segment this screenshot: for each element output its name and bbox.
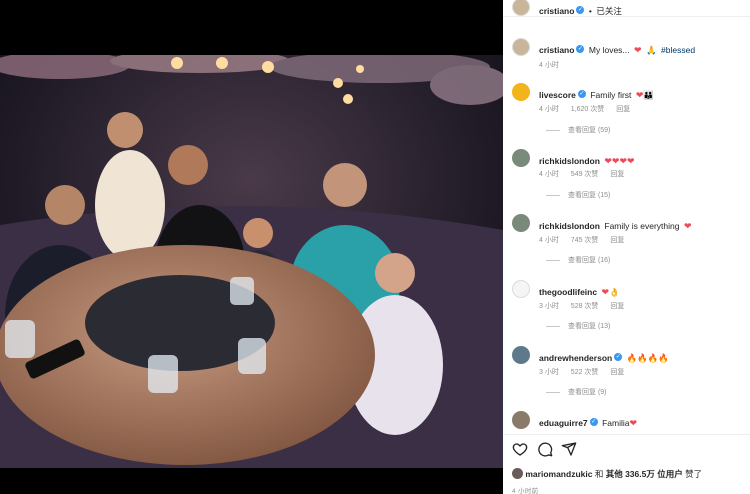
- view-replies-label: 查看回复 (59): [568, 127, 611, 134]
- heart-icon[interactable]: [512, 441, 528, 457]
- comment-text: Family first: [590, 90, 632, 100]
- comment-username[interactable]: richkidslondon: [539, 156, 600, 166]
- comment-time: 4 小时: [539, 237, 559, 244]
- comment-username[interactable]: livescore: [539, 90, 576, 100]
- comment-time: 3 小时: [539, 369, 559, 376]
- author-avatar[interactable]: [512, 0, 530, 16]
- caption-username[interactable]: cristiano: [539, 45, 574, 55]
- verified-badge-icon: ✓: [577, 89, 586, 98]
- share-icon[interactable]: [561, 441, 577, 457]
- caption-time: 4 小时: [539, 62, 559, 69]
- commenter-avatar[interactable]: [512, 149, 530, 167]
- comment-text: Familia: [602, 418, 630, 428]
- post-header: cristiano ✓ • 已关注: [503, 0, 750, 17]
- post-details-panel: cristiano ✓ • 已关注 cristiano ✓ My loves... …: [503, 0, 750, 494]
- comment-likes[interactable]: 549 次赞: [571, 171, 599, 178]
- ok-hand-emoji: 👌: [609, 287, 620, 297]
- comment-icon[interactable]: [537, 441, 553, 457]
- verified-badge-icon: ✓: [589, 417, 598, 426]
- reply-button[interactable]: 回复: [610, 369, 624, 376]
- likes-others[interactable]: 其他 336.5万 位用户: [606, 469, 683, 479]
- header-separator: •: [588, 6, 592, 16]
- verified-badge-icon: ✓: [576, 44, 585, 53]
- commenter-avatar[interactable]: [512, 411, 530, 429]
- liker-avatar[interactable]: [512, 468, 523, 480]
- follow-status[interactable]: 已关注: [596, 6, 622, 16]
- post-actions: mariomandzukic 和 其他 336.5万 位用户 赞了 4 小时前: [503, 434, 750, 494]
- photo-backdrop: [0, 0, 503, 494]
- verified-badge-icon: ✓: [614, 352, 623, 361]
- reply-button[interactable]: 回复: [616, 106, 630, 113]
- view-replies-label: 查看回复 (15): [568, 192, 611, 199]
- caption-avatar[interactable]: [512, 38, 530, 56]
- commenter-avatar[interactable]: [512, 346, 530, 364]
- view-replies-label: 查看回复 (16): [568, 257, 611, 264]
- caption-text: My loves...: [588, 45, 630, 55]
- comment-username[interactable]: eduaguirre7: [539, 418, 588, 428]
- comment-username[interactable]: richkidslondon: [539, 221, 600, 231]
- red-heart-emoji: ❤: [633, 45, 642, 55]
- comment-time: 3 小时: [539, 303, 559, 310]
- fire-emoji: 🔥🔥🔥🔥: [626, 353, 670, 363]
- red-heart-emoji: ❤❤❤❤: [604, 156, 635, 166]
- comment-text: Family is everything: [604, 221, 680, 231]
- liker-username[interactable]: mariomandzukic: [525, 469, 592, 479]
- red-heart-emoji: ❤: [601, 287, 610, 297]
- comment-username[interactable]: andrewhenderson: [539, 353, 612, 363]
- view-replies-label: 查看回复 (9): [568, 389, 607, 396]
- commenter-avatar[interactable]: [512, 280, 530, 298]
- comment-time: 4 小时: [539, 106, 559, 113]
- comment-likes[interactable]: 1,620 次赞: [571, 106, 604, 113]
- comment-time: 4 小时: [539, 171, 559, 178]
- commenter-avatar[interactable]: [512, 83, 530, 101]
- commenter-avatar[interactable]: [512, 214, 530, 232]
- view-replies-button[interactable]: 查看回复 (13): [546, 321, 610, 331]
- red-heart-emoji: ❤: [683, 221, 692, 231]
- post-timestamp: 4 小时前: [512, 488, 539, 494]
- likes-suffix: 赞了: [685, 469, 703, 479]
- likes-summary: mariomandzukic 和 其他 336.5万 位用户 赞了: [512, 468, 702, 480]
- reply-button[interactable]: 回复: [610, 171, 624, 178]
- family-emoji: 👪: [643, 90, 655, 100]
- reply-button[interactable]: 回复: [610, 303, 624, 310]
- praying-hands-emoji: 🙏: [645, 45, 657, 55]
- comment-likes[interactable]: 522 次赞: [571, 369, 599, 376]
- verified-badge-icon: ✓: [576, 5, 585, 14]
- view-replies-button[interactable]: 查看回复 (15): [546, 190, 610, 200]
- comment-username[interactable]: thegoodlifeinc: [539, 287, 597, 297]
- view-replies-button[interactable]: 查看回复 (9): [546, 387, 607, 397]
- view-replies-button[interactable]: 查看回复 (16): [546, 255, 610, 265]
- caption-hashtag[interactable]: #blessed: [661, 45, 695, 55]
- comment-likes[interactable]: 745 次赞: [571, 237, 599, 244]
- view-replies-button[interactable]: 查看回复 (59): [546, 125, 610, 135]
- post-photo[interactable]: [0, 55, 503, 468]
- comment-likes[interactable]: 528 次赞: [571, 303, 599, 310]
- reply-button[interactable]: 回复: [610, 237, 624, 244]
- view-replies-label: 查看回复 (13): [568, 323, 611, 330]
- author-username[interactable]: cristiano: [539, 6, 574, 16]
- red-heart-emoji: ❤: [629, 418, 638, 428]
- likes-and: 和: [594, 469, 604, 479]
